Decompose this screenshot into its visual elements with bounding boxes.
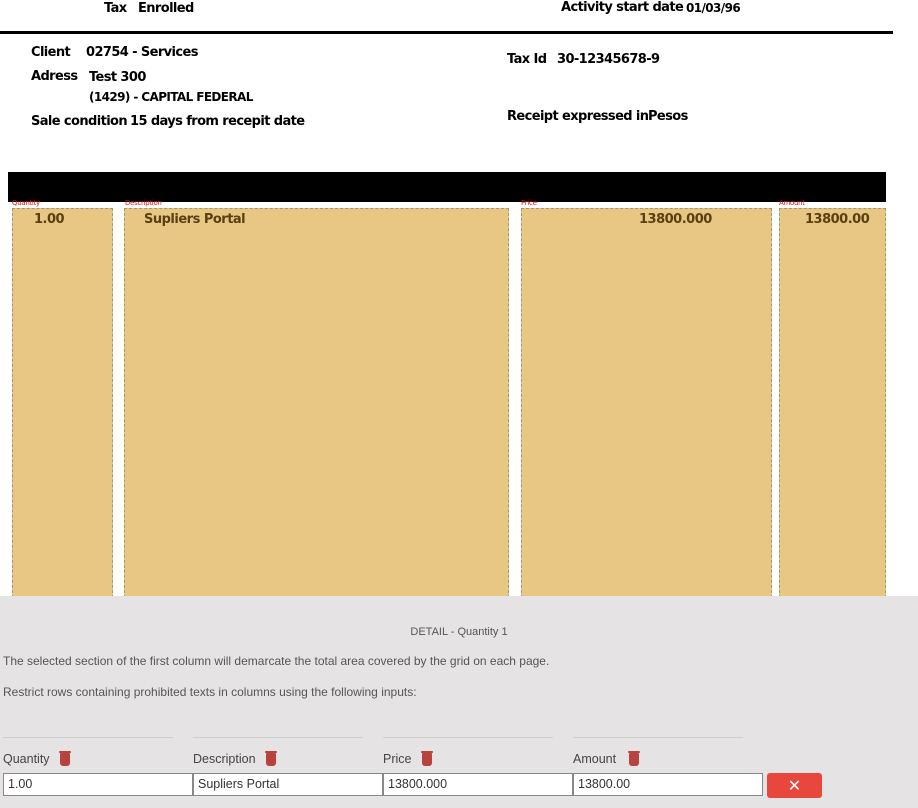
- tax-value: Enrolled: [138, 1, 194, 16]
- panel-info-restrict: Restrict rows containing prohibited text…: [3, 685, 417, 699]
- field-divider-description: [193, 737, 363, 738]
- delete-button[interactable]: ✕: [767, 773, 822, 798]
- filter-input-description[interactable]: Supliers Portal: [193, 773, 383, 796]
- trash-icon[interactable]: [628, 751, 640, 766]
- field-divider-quantity: [3, 737, 173, 738]
- receipt-currency-label: Receipt expressed in: [507, 109, 649, 124]
- close-icon: ✕: [787, 776, 802, 795]
- field-divider-amount: [573, 737, 743, 738]
- trash-icon[interactable]: [421, 751, 433, 766]
- trash-icon[interactable]: [265, 751, 277, 766]
- field-divider-price: [383, 737, 553, 738]
- filter-input-quantity[interactable]: 1.00: [3, 773, 193, 796]
- column-area-amount[interactable]: [779, 208, 886, 598]
- cell-quantity: 1.00: [34, 212, 65, 227]
- grid-header-bar: [8, 172, 886, 202]
- cell-amount: 13800.00: [805, 212, 870, 227]
- panel-info-grid-area: The selected section of the first column…: [3, 654, 550, 668]
- client-label: Client: [31, 45, 71, 60]
- address-line1: Test 300: [89, 70, 146, 85]
- panel-title: DETAIL - Quantity 1: [410, 626, 508, 638]
- filter-label-price: Price: [383, 752, 412, 766]
- tax-id-label: Tax Id: [507, 52, 547, 67]
- column-label-amount: Amount: [779, 199, 805, 207]
- filter-input-price[interactable]: 13800.000: [383, 773, 573, 796]
- cell-description: Supliers Portal: [144, 212, 246, 227]
- column-label-description: Description: [125, 199, 162, 207]
- column-label-quantity: Quantity: [12, 199, 40, 207]
- cell-price: 13800.000: [639, 212, 712, 227]
- filter-label-quantity: Quantity: [3, 752, 50, 766]
- activity-start-value: 01/03/96: [686, 1, 741, 15]
- column-area-price[interactable]: [521, 208, 772, 598]
- sale-condition-label: Sale condition: [31, 114, 128, 129]
- trash-icon[interactable]: [59, 751, 71, 766]
- receipt-currency-value: Pesos: [648, 109, 688, 124]
- column-area-description[interactable]: [124, 208, 509, 598]
- address-line2: (1429) - CAPITAL FEDERAL: [89, 90, 253, 104]
- tax-id-value: 30-12345678-9: [557, 52, 660, 67]
- address-label: Adress: [31, 69, 78, 84]
- header-divider: [0, 31, 893, 34]
- filter-label-amount: Amount: [573, 752, 617, 766]
- column-area-quantity[interactable]: [12, 208, 113, 598]
- client-value: 02754 - Services: [86, 45, 198, 60]
- filter-input-amount[interactable]: 13800.00: [573, 773, 763, 796]
- tax-label: Tax: [104, 1, 127, 16]
- activity-start-label: Activity start date: [561, 0, 684, 15]
- sale-condition-value: 15 days from recepit date: [130, 114, 305, 129]
- column-label-price: Price: [521, 199, 537, 207]
- filter-label-description: Description: [193, 752, 256, 766]
